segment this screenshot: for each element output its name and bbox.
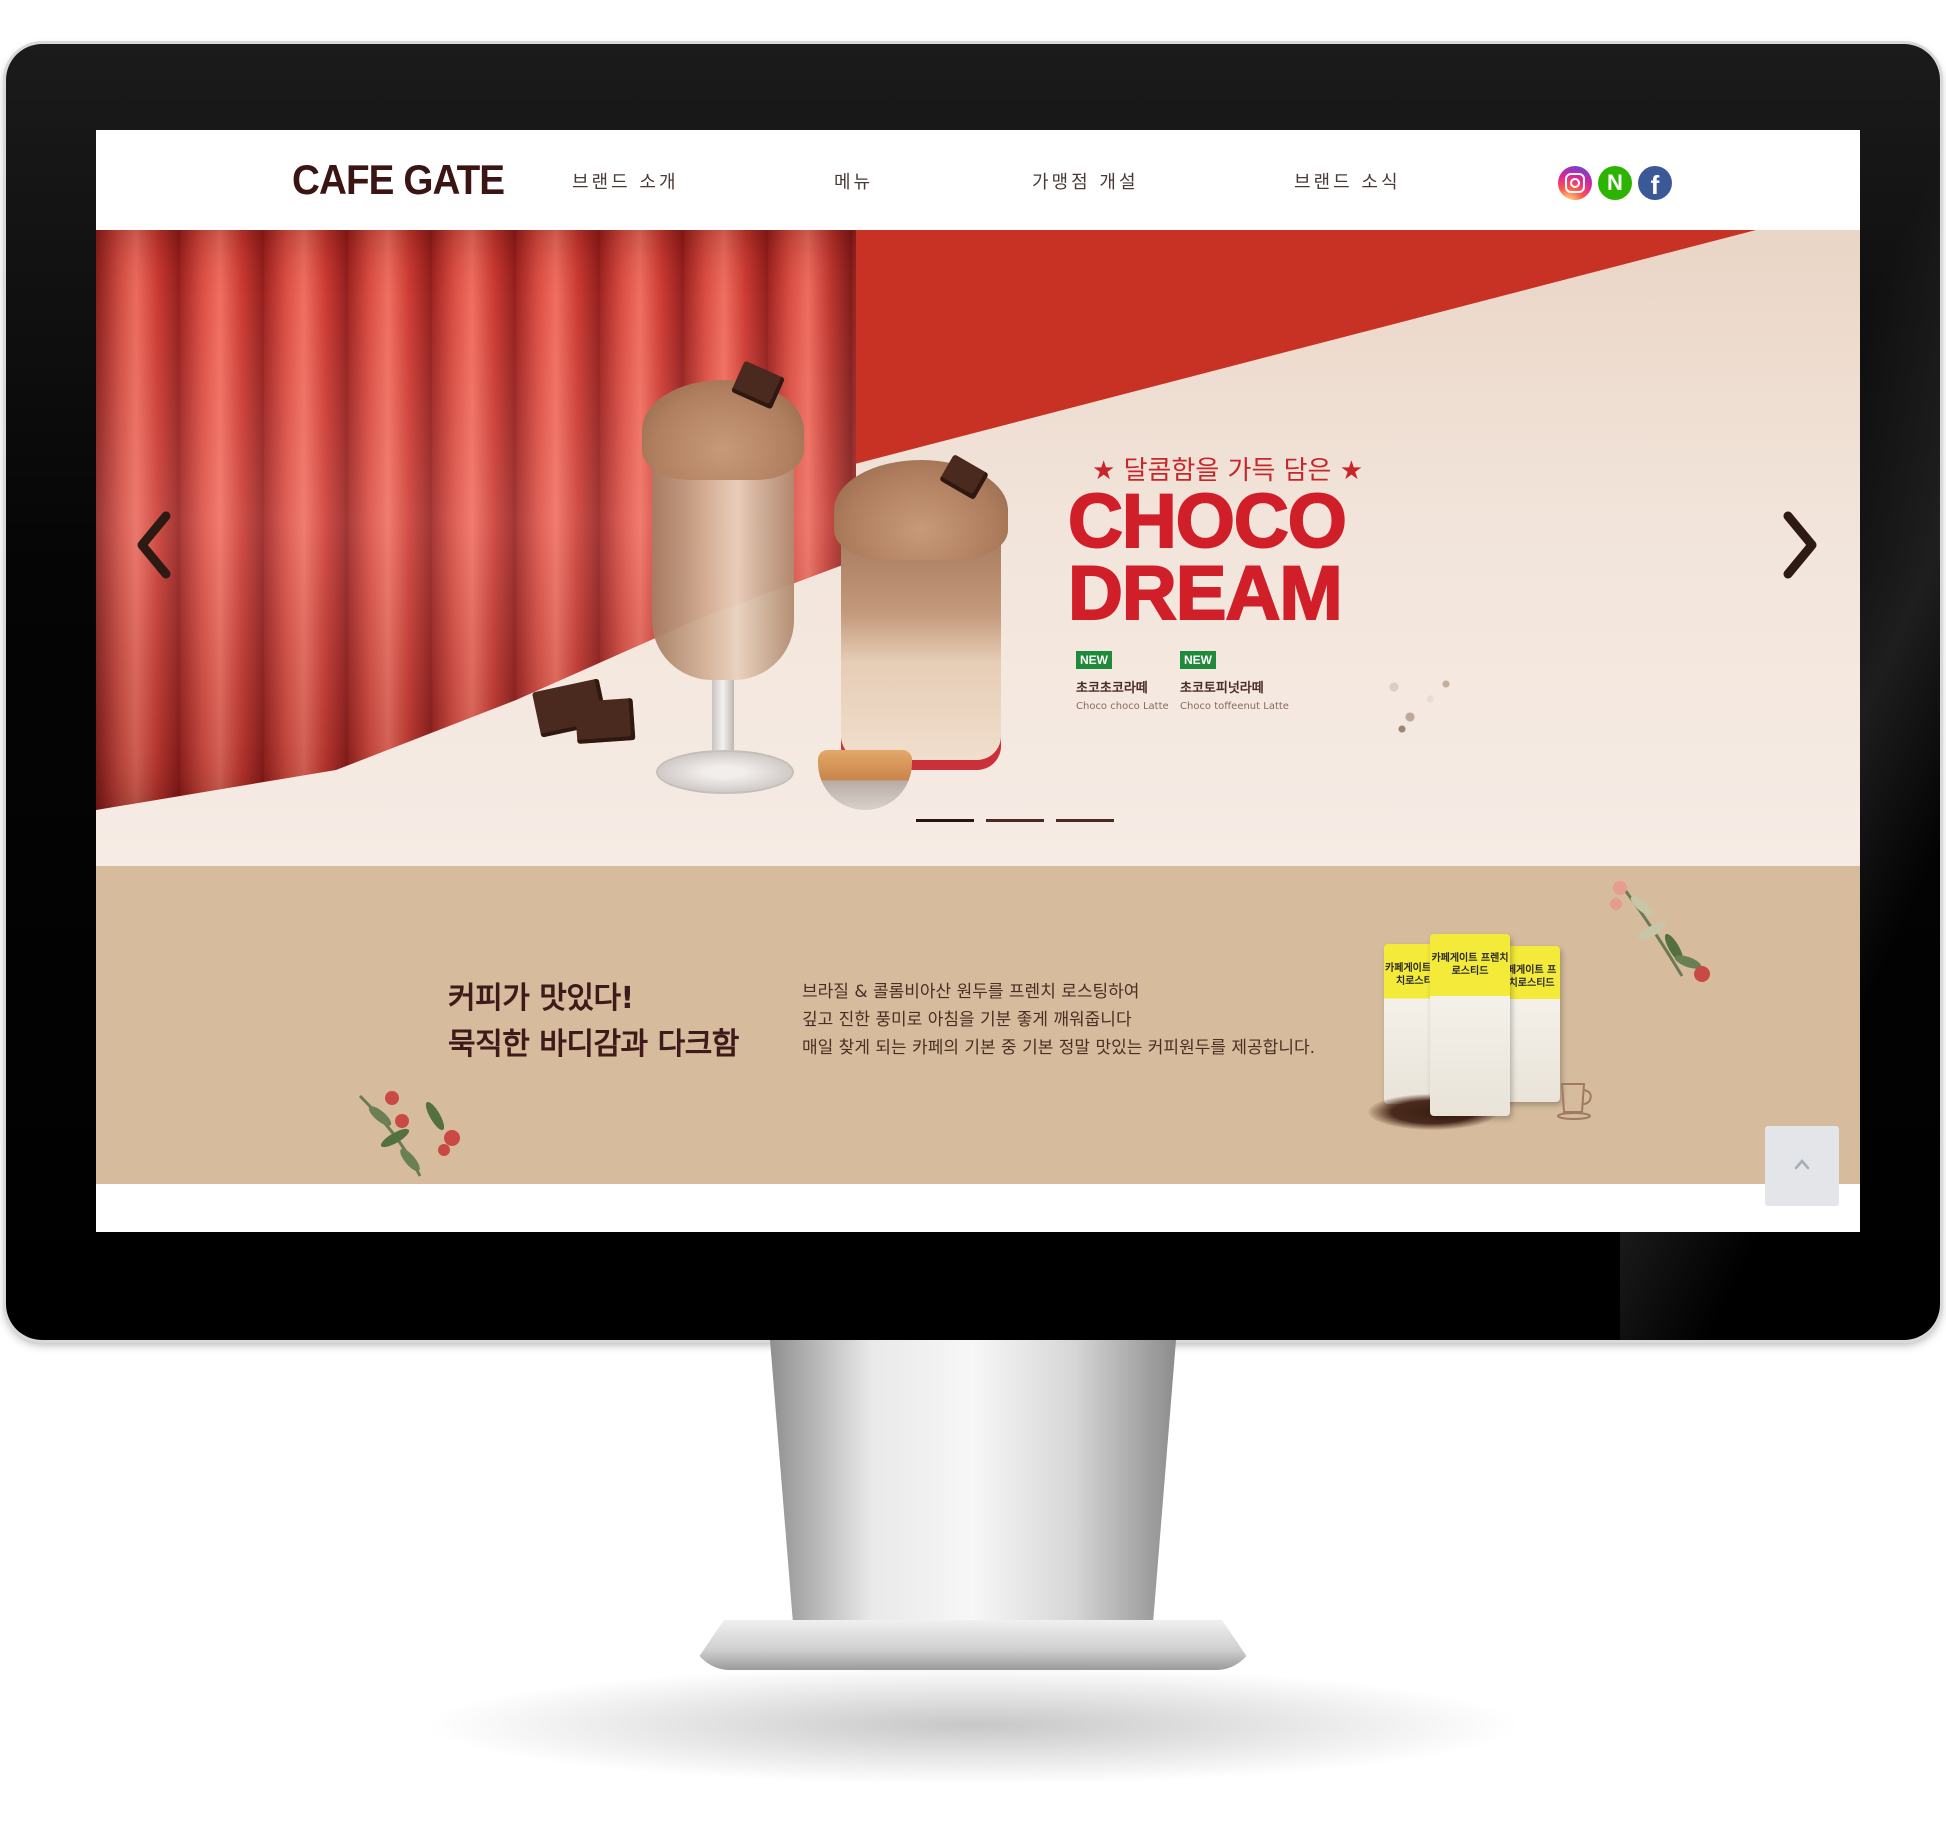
- nav-menu[interactable]: 메뉴: [834, 168, 873, 194]
- toffeenut-latte-glass: [841, 530, 1001, 770]
- holly-branch-icon: [358, 1091, 460, 1177]
- choco-latte-glass: [652, 450, 794, 680]
- nav-brand-news[interactable]: 브랜드 소식: [1294, 168, 1401, 194]
- hero-title: CHOCO DREAM: [1067, 479, 1398, 636]
- coffee-beans-section: 커피가 맛있다! 묵직한 바디감과 다크함 브라질 & 콜롬비아산 원두를 프렌…: [96, 866, 1860, 1184]
- nav-brand-intro[interactable]: 브랜드 소개: [572, 168, 679, 194]
- coffee-headline-line1: 커피가 맛있다!: [448, 981, 634, 1016]
- chocolate-bar: [574, 698, 636, 744]
- coffee-cup-icon: [1557, 1083, 1592, 1120]
- coffee-description-line: 매일 찾게 되는 카페의 기본 중 기본 정말 맛있는 커피원두를 제공합니다.: [802, 1038, 1316, 1058]
- naver-icon[interactable]: N: [1598, 166, 1632, 200]
- chevron-right-icon: [1783, 511, 1817, 579]
- whipped-cream: [642, 380, 804, 480]
- slider-dot-2[interactable]: [986, 819, 1044, 822]
- chevron-up-icon: [1794, 1159, 1810, 1170]
- toffee-bowl: [818, 750, 912, 810]
- product-name-en: Choco choco Latte: [1076, 701, 1169, 712]
- holly-branch-icon: [1610, 881, 1710, 982]
- new-badge: NEW: [1076, 651, 1112, 669]
- product-name-ko: 초코초코라떼: [1076, 681, 1148, 696]
- product-choco-toffeenut-latte: NEW 초코토피넛라떼 Choco toffeenut Latte: [1180, 649, 1289, 712]
- product-name-ko: 초코토피넛라떼: [1180, 681, 1264, 696]
- glass-foot: [656, 750, 794, 794]
- hero-title-line1: CHOCO: [1067, 479, 1348, 564]
- site-header: CAFE GATE 브랜드 소개 메뉴 가맹점 개설 브랜드 소식 N f: [96, 130, 1860, 230]
- new-badge: NEW: [1180, 651, 1216, 669]
- product-choco-choco-latte: NEW 초코초코라떼 Choco choco Latte: [1076, 649, 1169, 712]
- coffee-description: 브라질 & 콜롬비아산 원두를 프렌치 로스팅하여 깊고 진한 풍미로 아침을 …: [802, 978, 1315, 1062]
- facebook-icon[interactable]: f: [1638, 166, 1672, 200]
- monitor-stand-base: [690, 1620, 1256, 1670]
- hero-title-line2: DREAM: [1067, 551, 1344, 636]
- product-name-en: Choco toffeenut Latte: [1180, 701, 1289, 712]
- slider-prev-button[interactable]: [134, 510, 174, 580]
- slider-dot-3[interactable]: [1056, 819, 1114, 822]
- monitor-stand-neck: [770, 1340, 1176, 1640]
- nav-franchise[interactable]: 가맹점 개설: [1032, 168, 1139, 194]
- hero-slider: ★ 달콤함을 가득 담은 ★ CHOCO DREAM NEW 초코초코라떼 Ch…: [96, 230, 1860, 866]
- chevron-left-icon: [137, 511, 171, 579]
- coffee-bag-image: 카페게이트 프렌치로스티드: [1430, 934, 1510, 1116]
- coffee-headline-line2: 묵직한 바디감과 다크함: [448, 1027, 739, 1062]
- site-logo[interactable]: CAFE GATE: [292, 156, 505, 204]
- browser-screen: CAFE GATE 브랜드 소개 메뉴 가맹점 개설 브랜드 소식 N f ★ …: [96, 130, 1860, 1232]
- bag-label: 카페게이트 프렌치로스티드: [1431, 953, 1509, 977]
- slider-dot-1[interactable]: [916, 819, 974, 822]
- nut-chips: [1386, 675, 1466, 735]
- coffee-description-line: 브라질 & 콜롬비아산 원두를 프렌치 로스팅하여: [802, 982, 1140, 1002]
- coffee-description-line: 깊고 진한 풍미로 아침을 기분 좋게 깨워줍니다: [802, 1010, 1132, 1030]
- instagram-icon[interactable]: [1558, 166, 1592, 200]
- stand-shadow: [420, 1665, 1526, 1785]
- coffee-headline: 커피가 맛있다! 묵직한 바디감과 다크함: [448, 976, 739, 1068]
- slider-pagination: [916, 819, 1114, 822]
- slider-next-button[interactable]: [1780, 510, 1820, 580]
- glass-stem: [712, 678, 734, 758]
- scroll-to-top-button[interactable]: [1765, 1126, 1839, 1206]
